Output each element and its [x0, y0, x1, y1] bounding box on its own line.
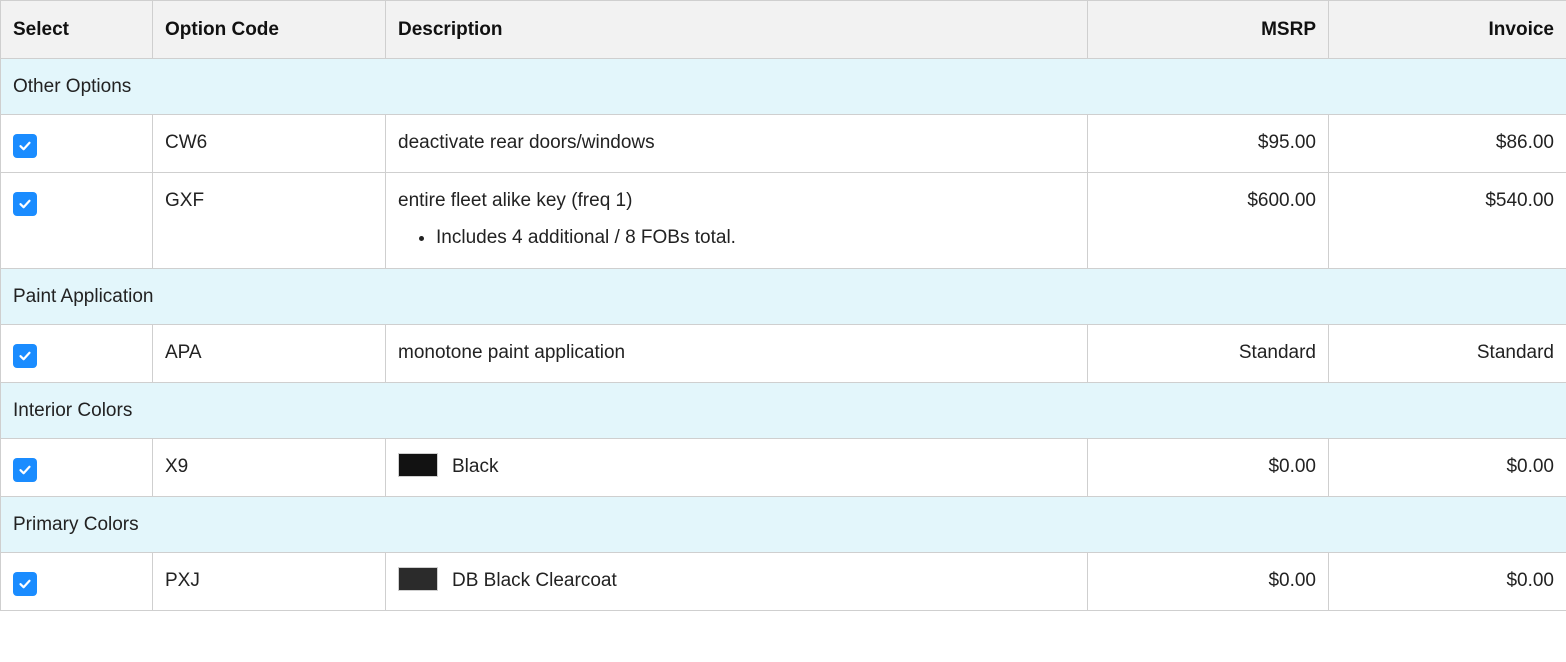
color-swatch: [398, 453, 438, 478]
options-table: Select Option Code Description MSRP Invo…: [0, 0, 1566, 611]
select-cell: [0, 324, 153, 383]
option-msrp: $95.00: [1087, 114, 1329, 173]
option-msrp: $600.00: [1087, 172, 1329, 269]
option-description: Black: [452, 456, 499, 477]
check-icon: [19, 579, 31, 589]
select-cell: [0, 438, 153, 497]
option-code: APA: [152, 324, 386, 383]
option-code: X9: [152, 438, 386, 497]
group-title: Interior Colors: [0, 382, 1566, 439]
option-msrp: Standard: [1087, 324, 1329, 383]
option-row-pxj: PXJ DB Black Clearcoat $0.00 $0.00: [0, 552, 1566, 611]
option-row-apa: APA monotone paint application Standard …: [0, 324, 1566, 383]
option-description: DB Black Clearcoat: [452, 570, 617, 591]
column-header-msrp[interactable]: MSRP: [1087, 0, 1329, 59]
option-invoice: $0.00: [1328, 552, 1566, 611]
column-header-invoice[interactable]: Invoice: [1328, 0, 1566, 59]
option-description-cell: Black: [385, 438, 1088, 497]
check-icon: [19, 351, 31, 361]
option-invoice: $0.00: [1328, 438, 1566, 497]
color-swatch: [398, 567, 438, 592]
group-row-other-options: Other Options: [0, 58, 1566, 115]
group-row-interior-colors: Interior Colors: [0, 382, 1566, 439]
option-checkbox-x9[interactable]: [13, 458, 37, 482]
option-row-gxf: GXF entire fleet alike key (freq 1) Incl…: [0, 172, 1566, 269]
select-cell: [0, 114, 153, 173]
group-title: Other Options: [0, 58, 1566, 115]
option-invoice: $86.00: [1328, 114, 1566, 173]
option-msrp: $0.00: [1087, 438, 1329, 497]
option-description-cell: DB Black Clearcoat: [385, 552, 1088, 611]
option-invoice: Standard: [1328, 324, 1566, 383]
column-header-option-code[interactable]: Option Code: [152, 0, 386, 59]
option-invoice: $540.00: [1328, 172, 1566, 269]
option-msrp: $0.00: [1087, 552, 1329, 611]
option-description: monotone paint application: [385, 324, 1088, 383]
option-checkbox-cw6[interactable]: [13, 134, 37, 158]
option-checkbox-pxj[interactable]: [13, 572, 37, 596]
check-icon: [19, 141, 31, 151]
header-row: Select Option Code Description MSRP Invo…: [0, 0, 1566, 59]
option-description-cell: entire fleet alike key (freq 1) Includes…: [385, 172, 1088, 269]
option-code: CW6: [152, 114, 386, 173]
option-code: PXJ: [152, 552, 386, 611]
group-title: Primary Colors: [0, 496, 1566, 553]
group-title: Paint Application: [0, 268, 1566, 325]
option-checkbox-gxf[interactable]: [13, 192, 37, 216]
group-row-primary-colors: Primary Colors: [0, 496, 1566, 553]
select-cell: [0, 172, 153, 269]
option-description: entire fleet alike key (freq 1): [398, 190, 633, 211]
option-note: Includes 4 additional / 8 FOBs total.: [436, 226, 1075, 250]
column-header-description[interactable]: Description: [385, 0, 1088, 59]
check-icon: [19, 199, 31, 209]
column-header-select[interactable]: Select: [0, 0, 153, 59]
group-row-paint-application: Paint Application: [0, 268, 1566, 325]
option-code: GXF: [152, 172, 386, 269]
option-description: deactivate rear doors/windows: [385, 114, 1088, 173]
option-row-x9: X9 Black $0.00 $0.00: [0, 438, 1566, 497]
option-checkbox-apa[interactable]: [13, 344, 37, 368]
option-row-cw6: CW6 deactivate rear doors/windows $95.00…: [0, 114, 1566, 173]
select-cell: [0, 552, 153, 611]
option-notes: Includes 4 additional / 8 FOBs total.: [398, 226, 1075, 250]
check-icon: [19, 465, 31, 475]
